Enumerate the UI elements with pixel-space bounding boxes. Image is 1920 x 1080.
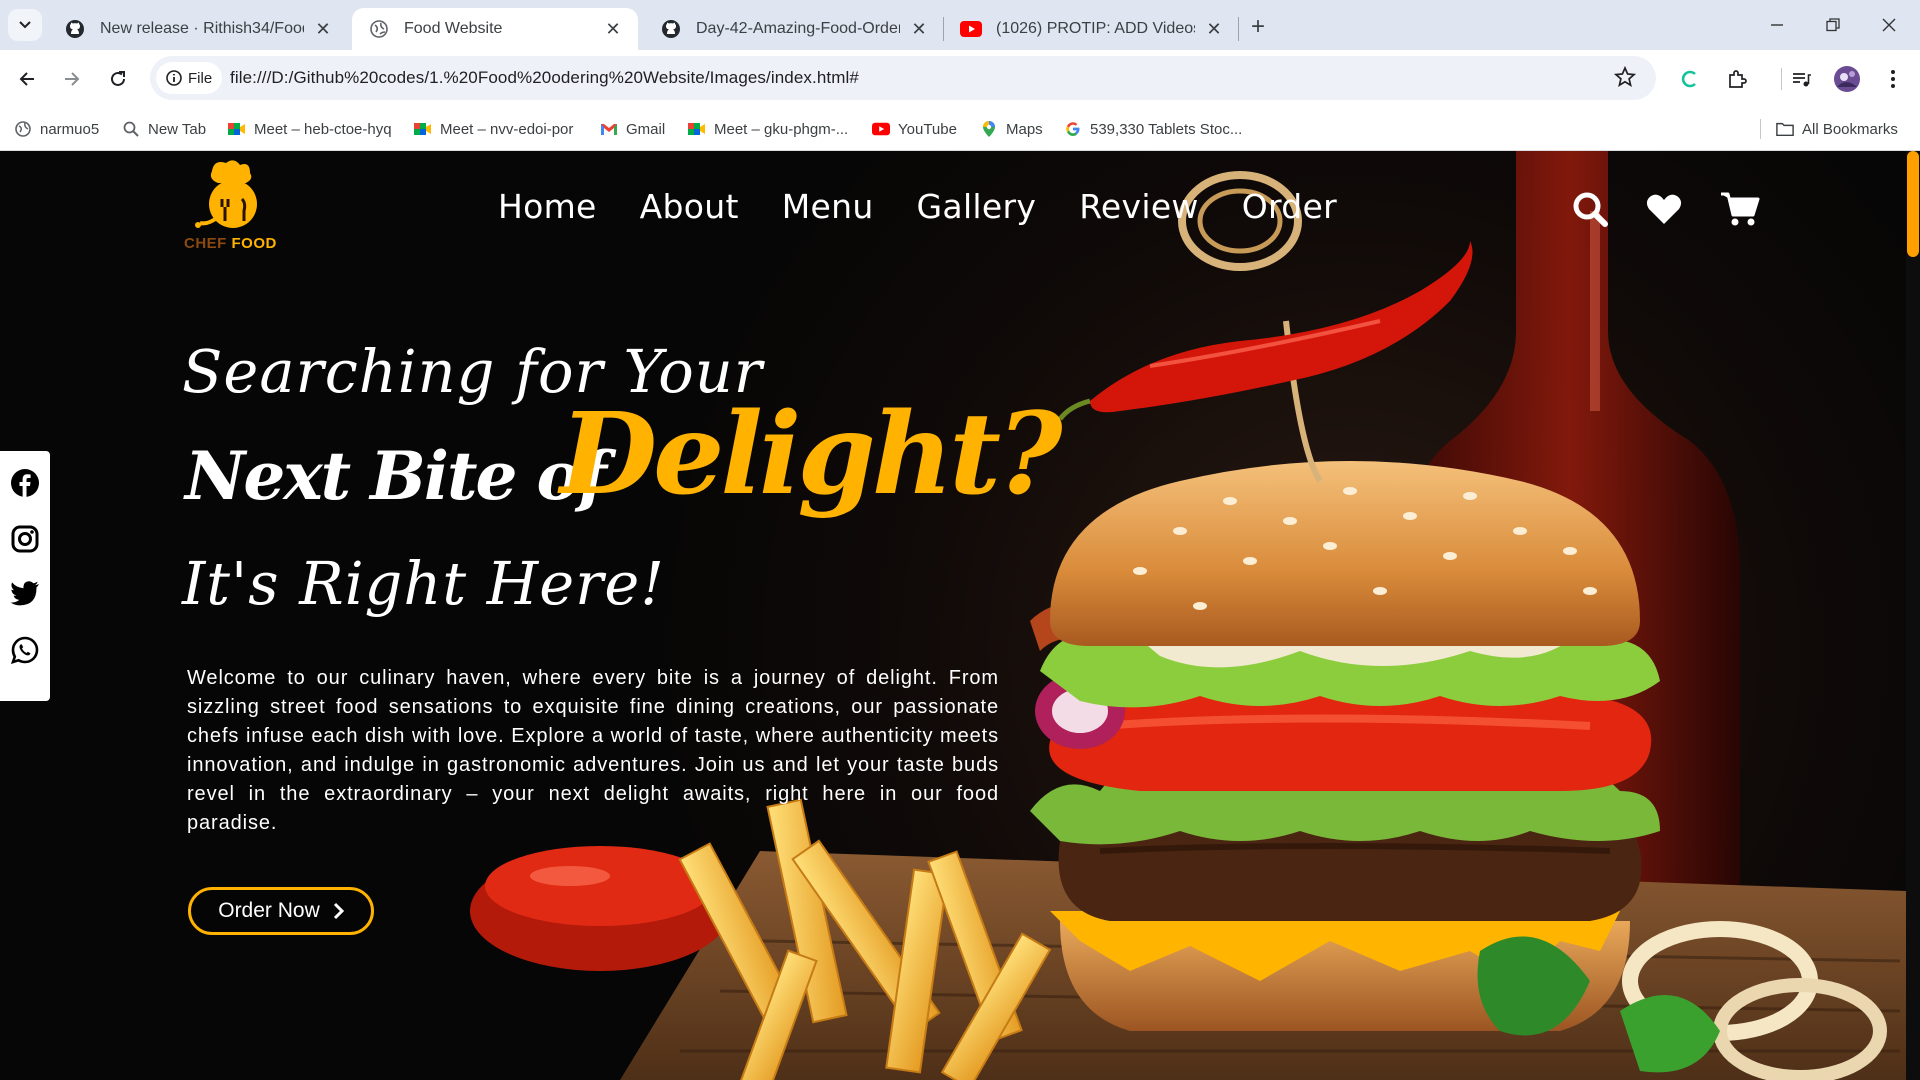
gmail-icon [600,120,618,138]
address-bar[interactable]: File file:///D:/Github%20codes/1.%20Food… [150,56,1656,100]
all-bookmarks[interactable]: All Bookmarks [1776,118,1898,140]
cart-icon[interactable] [1720,189,1760,229]
meet-icon [688,120,706,138]
social-sidebar [0,451,50,701]
page-viewport: CHEF FOOD Home About Menu Gallery Review… [0,151,1920,1080]
bookmark-narmuo5[interactable]: narmuo5 [14,118,99,140]
twitter-icon[interactable] [9,578,41,610]
bookmark-meet-2[interactable]: Meet – nvv-edoi-por [414,118,573,140]
back-button[interactable] [12,64,42,94]
nav-order[interactable]: Order [1242,187,1337,226]
main-nav: Home About Menu Gallery Review Order [498,187,1337,226]
close-icon [1882,18,1896,32]
bookmark-star-icon[interactable] [1613,65,1638,90]
instagram-icon[interactable] [9,523,41,555]
tab-title: (1026) PROTIP: ADD Videos/Gif [996,20,1195,37]
chevron-down-icon [19,21,31,29]
url-text[interactable]: file:///D:/Github%20codes/1.%20Food%20od… [230,68,859,88]
chip-label: File [188,69,213,87]
browser-toolbar: File file:///D:/Github%20codes/1.%20Food… [0,50,1920,107]
tab-new-release[interactable]: New release · Rithish34/Food-W ✕ [48,8,348,50]
tab-separator [1238,17,1239,41]
new-tab-button[interactable]: + [1244,13,1272,41]
whatsapp-icon[interactable] [9,634,41,666]
minimize-icon [1771,24,1783,26]
extensions-icon[interactable] [1722,64,1752,94]
nav-about[interactable]: About [640,187,739,226]
bookmark-meet-3[interactable]: Meet – gku-phgm-... [688,118,848,140]
bookmark-google-search[interactable]: 539,330 Tablets Stoc... [1064,118,1242,140]
reload-icon [111,71,125,86]
nav-home[interactable]: Home [498,187,597,226]
tab-search-button[interactable] [8,9,42,41]
folder-icon [1776,120,1794,138]
maps-icon [980,120,998,138]
chevron-right-icon [333,902,344,920]
hero-line-2: Next Bite of [185,437,607,515]
tab-day-42[interactable]: Day-42-Amazing-Food-Orderin ✕ [644,8,944,50]
grammarly-extension-icon[interactable] [1675,64,1705,94]
globe-icon [368,18,390,40]
order-now-label: Order Now [218,899,320,922]
search-icon [122,120,140,138]
close-icon[interactable]: ✕ [1203,18,1225,40]
hero-line-3: It's Right Here! [182,549,665,618]
logo-text: CHEF FOOD [184,235,277,252]
close-icon[interactable]: ✕ [602,18,624,40]
hero-highlight: Delight? [560,389,1063,520]
tab-food-website[interactable]: Food Website ✕ [352,8,638,50]
hero-paragraph: Welcome to our culinary haven, where eve… [187,667,999,834]
info-icon [166,70,182,86]
page-scrollbar[interactable] [1906,151,1920,1080]
globe-icon [14,120,32,138]
bookmark-maps[interactable]: Maps [980,118,1043,140]
nav-menu[interactable]: Menu [782,187,874,226]
site-info-chip[interactable]: File [156,62,223,94]
bookmarks-divider [1760,119,1761,139]
tab-strip: New release · Rithish34/Food-W ✕ Food We… [0,0,1920,50]
github-icon [64,18,86,40]
search-icon[interactable] [1570,189,1610,229]
meet-icon [228,120,246,138]
arrow-right-icon [65,72,80,86]
minimize-button[interactable] [1762,12,1792,38]
nav-review[interactable]: Review [1079,187,1199,226]
close-icon[interactable]: ✕ [908,18,930,40]
bookmark-youtube[interactable]: YouTube [872,118,957,140]
arrow-left-icon [19,72,34,86]
close-window-button[interactable] [1874,12,1904,38]
tab-title: New release · Rithish34/Food-W [100,20,304,37]
bookmark-gmail[interactable]: Gmail [600,118,665,140]
restore-button[interactable] [1818,12,1848,38]
google-icon [1064,120,1082,138]
forward-button[interactable] [57,64,87,94]
avatar[interactable] [1832,64,1862,94]
bookmark-meet-1[interactable]: Meet – heb-ctoe-hyq [228,118,392,140]
close-icon[interactable]: ✕ [312,18,334,40]
tab-title: Food Website [404,20,503,37]
meet-icon [414,120,432,138]
tab-protip[interactable]: (1026) PROTIP: ADD Videos/Gif ✕ [944,8,1239,50]
nav-gallery[interactable]: Gallery [917,187,1037,226]
kebab-menu-icon[interactable] [1878,64,1908,94]
github-icon [660,18,682,40]
facebook-icon[interactable] [9,467,41,499]
chef-food-logo[interactable]: CHEF FOOD [184,159,288,259]
scrollbar-thumb[interactable] [1907,151,1919,257]
tab-title: Day-42-Amazing-Food-Orderin [696,20,900,37]
reload-button[interactable] [103,64,133,94]
restore-icon [1826,18,1840,32]
youtube-icon [872,120,890,138]
bookmarks-bar: narmuo5 New Tab Meet – heb-ctoe-hyq Meet… [0,107,1920,151]
youtube-icon [960,18,982,40]
media-control-icon[interactable] [1786,64,1816,94]
order-now-button[interactable]: Order Now [188,887,374,935]
heart-icon[interactable] [1644,189,1684,229]
bookmark-new-tab[interactable]: New Tab [122,118,206,140]
